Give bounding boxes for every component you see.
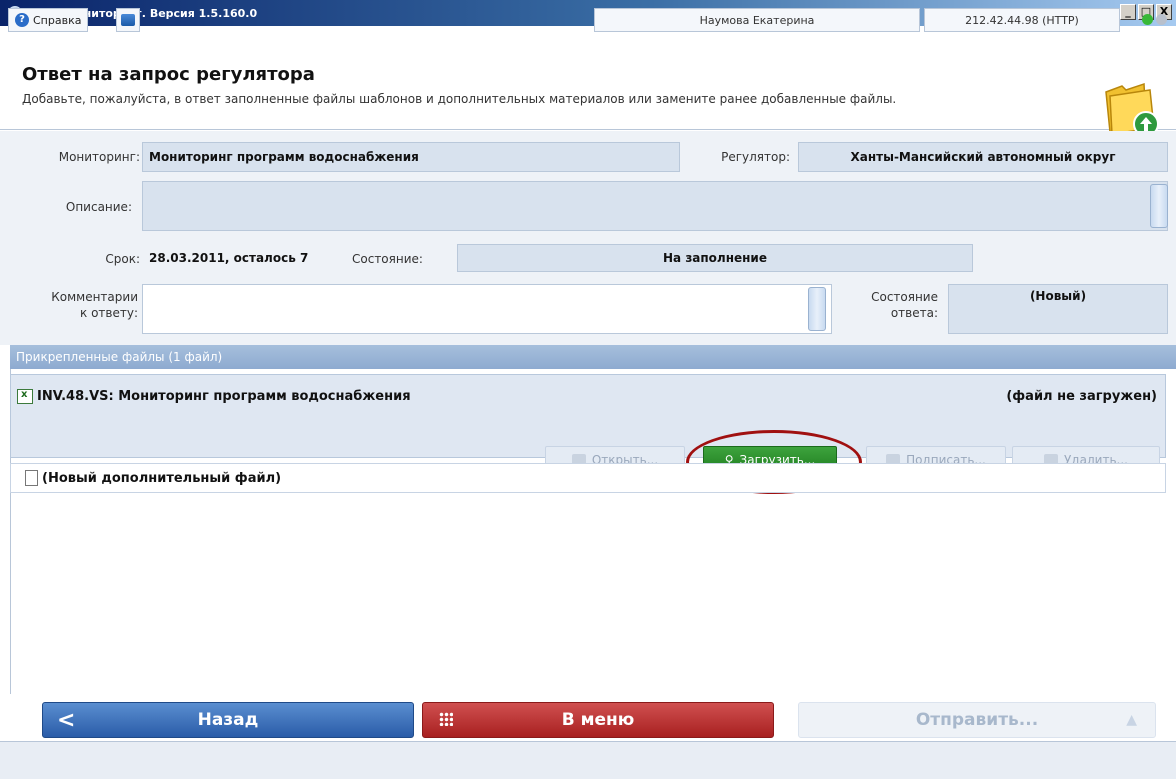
arrow-up-icon: ▲ bbox=[1126, 712, 1137, 728]
menu-button-label: В меню bbox=[561, 710, 635, 730]
answer-state-field: (Новый) bbox=[948, 284, 1168, 334]
comment-label-1: Комментарии bbox=[51, 290, 138, 304]
answer-state-label-1: Состояние bbox=[871, 290, 938, 304]
help-icon: ? bbox=[15, 13, 29, 27]
folder-upload-icon bbox=[1105, 82, 1159, 137]
network-icon bbox=[121, 14, 135, 26]
description-field[interactable] bbox=[142, 181, 1168, 231]
help-button[interactable]: ? Справка bbox=[8, 8, 89, 32]
file-status: (файл не загружен) bbox=[1006, 389, 1157, 404]
network-button[interactable] bbox=[116, 8, 140, 32]
answer-state-label-2: ответа: bbox=[890, 306, 938, 320]
monitoring-field: Мониторинг программ водоснабжения bbox=[142, 142, 680, 172]
deadline-label: Срок: bbox=[105, 252, 140, 266]
regulator-label: Регулятор: bbox=[721, 150, 790, 164]
state-field: На заполнение bbox=[457, 244, 973, 272]
send-button-label: Отправить... bbox=[915, 710, 1039, 730]
back-button-label: Назад bbox=[197, 710, 259, 730]
attached-files-header: Прикрепленные файлы (1 файл) bbox=[10, 345, 1176, 369]
status-bar bbox=[0, 741, 1176, 779]
deadline-field: 28.03.2011, осталось 7 bbox=[142, 244, 348, 272]
monitoring-label: Мониторинг: bbox=[58, 150, 140, 164]
status-user: Наумова Екатерина bbox=[594, 8, 920, 32]
connection-status-gray-icon bbox=[1156, 14, 1167, 25]
comment-label-2: к ответу: bbox=[80, 306, 138, 320]
connection-status-green-icon bbox=[1142, 14, 1153, 25]
comment-field[interactable] bbox=[142, 284, 832, 334]
minimize-button[interactable]: _ bbox=[1120, 4, 1136, 20]
file-name: INV.48.VS: Мониторинг программ водоснабж… bbox=[37, 389, 411, 404]
document-icon bbox=[25, 470, 38, 486]
status-server: 212.42.44.98 (HTTP) bbox=[924, 8, 1120, 32]
chevron-left-icon: < bbox=[57, 707, 76, 733]
help-label: Справка bbox=[33, 13, 82, 27]
state-label: Состояние: bbox=[352, 252, 423, 266]
grid-icon bbox=[439, 712, 453, 726]
new-additional-file-item[interactable]: (Новый дополнительный файл) bbox=[10, 463, 1166, 493]
description-scrollbar[interactable] bbox=[1150, 184, 1168, 228]
new-file-label: (Новый дополнительный файл) bbox=[42, 470, 282, 486]
page-title: Ответ на запрос регулятора bbox=[22, 64, 315, 85]
back-button[interactable]: < Назад bbox=[42, 702, 414, 738]
page-header: Ответ на запрос регулятора Добавьте, пож… bbox=[0, 26, 1176, 137]
excel-file-icon bbox=[17, 389, 33, 404]
comment-scrollbar[interactable] bbox=[808, 287, 826, 331]
regulator-field: Ханты-Мансийский автономный округ bbox=[798, 142, 1168, 172]
send-button[interactable]: Отправить... ▲ bbox=[798, 702, 1156, 738]
page-subtitle: Добавьте, пожалуйста, в ответ заполненны… bbox=[22, 92, 897, 106]
description-label: Описание: bbox=[65, 200, 132, 214]
menu-button[interactable]: В меню bbox=[422, 702, 774, 738]
